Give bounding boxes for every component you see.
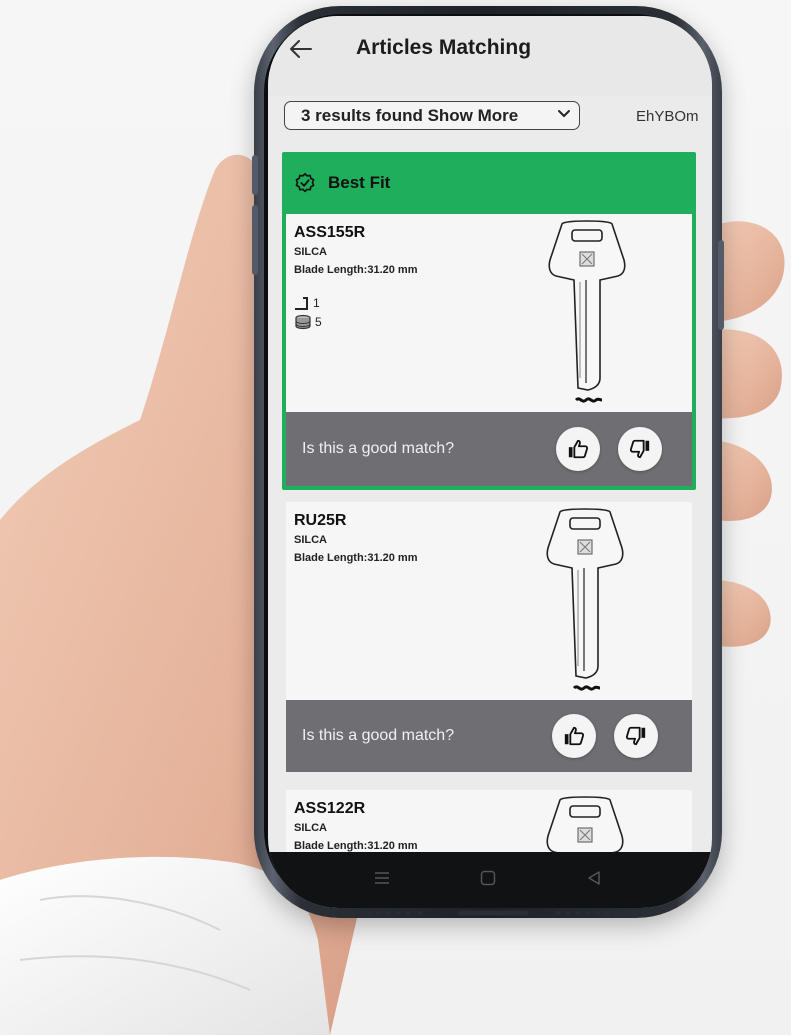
verified-badge-icon	[295, 172, 315, 193]
results-dropdown-label: 3 results found Show More	[301, 105, 519, 125]
thumbs-down-button[interactable]	[618, 427, 662, 471]
results-dropdown[interactable]: 3 results found Show More	[284, 101, 580, 130]
article-name: RU25R	[294, 512, 347, 529]
volume-button	[252, 155, 258, 195]
result-card[interactable]: ASS155R SILCA Blade Length:31.20 mm 1 5	[286, 214, 692, 486]
feedback-question: Is this a good match?	[302, 727, 455, 744]
article-blade-length: Blade Length:31.20 mm	[294, 264, 418, 276]
article-name: ASS122R	[294, 800, 366, 817]
back-triangle-icon	[588, 871, 600, 885]
article-blade-length: Blade Length:31.20 mm	[294, 840, 418, 852]
feedback-bar: Is this a good match?	[286, 412, 692, 486]
app-bar: Articles Matching	[268, 16, 712, 96]
chevron-down-icon	[558, 110, 570, 118]
volume-button	[252, 205, 258, 275]
back-button[interactable]	[286, 34, 316, 64]
thumbs-up-button[interactable]	[552, 714, 596, 758]
home-icon	[480, 870, 496, 886]
article-brand: SILCA	[294, 822, 327, 834]
arrow-left-icon	[290, 40, 312, 58]
thumbs-down-button[interactable]	[614, 714, 658, 758]
stock-count: 5	[294, 314, 322, 330]
best-fit-card: Best Fit ASS155R SILCA Blade Length:31.2…	[282, 152, 696, 490]
profile-step-icon	[295, 297, 308, 310]
thumbs-up-button[interactable]	[556, 427, 600, 471]
nav-home-button[interactable]	[476, 866, 500, 890]
coin-stack-icon	[295, 314, 311, 330]
system-nav-bar	[268, 852, 712, 908]
speaker-grille	[366, 910, 610, 916]
article-name: ASS155R	[294, 224, 366, 241]
thumbs-down-icon	[625, 726, 646, 746]
profile-count-value: 1	[313, 296, 320, 310]
article-brand: SILCA	[294, 534, 327, 546]
page-title: Articles Matching	[356, 36, 532, 59]
result-card[interactable]: RU25R SILCA Blade Length:31.20 mm Is thi…	[286, 502, 692, 772]
session-code: EhYBOm	[636, 108, 699, 125]
nav-back-button[interactable]	[582, 866, 606, 890]
menu-icon	[375, 872, 389, 884]
app-screen: Articles Matching 3 results found Show M…	[268, 16, 712, 908]
best-fit-label: Best Fit	[328, 173, 391, 192]
article-brand: SILCA	[294, 246, 327, 258]
thumbs-up-icon	[568, 439, 589, 459]
feedback-bar: Is this a good match?	[286, 700, 692, 772]
nav-menu-button[interactable]	[370, 866, 394, 890]
thumbs-up-icon	[564, 726, 585, 746]
profile-count: 1	[294, 296, 320, 310]
thumbs-down-icon	[629, 439, 650, 459]
article-blade-length: Blade Length:31.20 mm	[294, 552, 418, 564]
key-image	[546, 508, 624, 691]
best-fit-header: Best Fit	[282, 152, 696, 214]
stock-count-value: 5	[315, 315, 322, 329]
key-image	[548, 220, 626, 403]
power-button	[718, 240, 724, 330]
feedback-question: Is this a good match?	[302, 440, 455, 457]
